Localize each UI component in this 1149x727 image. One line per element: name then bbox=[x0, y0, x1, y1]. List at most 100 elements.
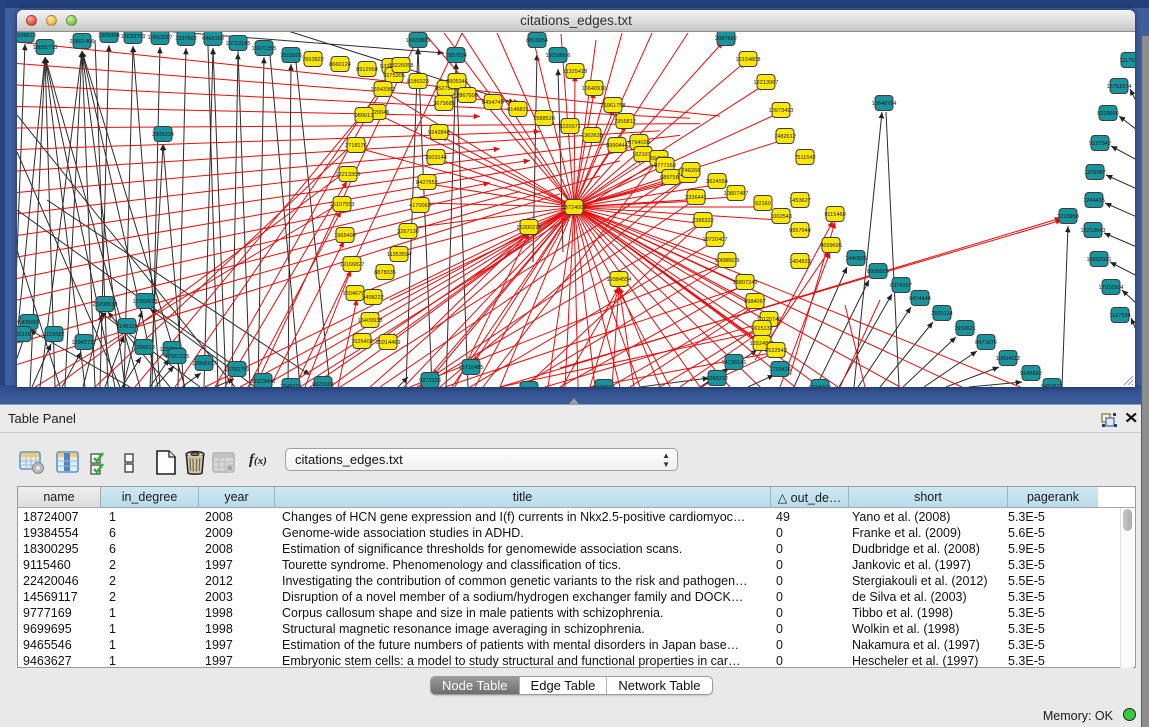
svg-text:2386322: 2386322 bbox=[692, 218, 714, 224]
svg-text:16640910: 16640910 bbox=[582, 86, 607, 92]
svg-text:7663822: 7663822 bbox=[302, 57, 324, 63]
svg-text:16409938: 16409938 bbox=[358, 318, 383, 324]
svg-text:16961758: 16961758 bbox=[601, 103, 626, 109]
svg-text:19166827: 19166827 bbox=[340, 262, 365, 268]
svg-text:16154808: 16154808 bbox=[736, 57, 761, 63]
svg-text:7957224: 7957224 bbox=[445, 53, 467, 59]
svg-text:1646221: 1646221 bbox=[280, 384, 302, 387]
svg-text:13226058: 13226058 bbox=[389, 63, 414, 69]
svg-text:15751074: 15751074 bbox=[1107, 84, 1132, 90]
svg-text:7932621: 7932621 bbox=[954, 326, 976, 332]
svg-text:9272153: 9272153 bbox=[419, 378, 441, 384]
svg-text:1167534: 1167534 bbox=[1109, 313, 1130, 319]
svg-text:7955812: 7955812 bbox=[614, 119, 636, 125]
svg-text:1527602: 1527602 bbox=[175, 36, 197, 42]
svg-text:12942737: 12942737 bbox=[72, 340, 97, 346]
svg-text:18807249: 18807249 bbox=[733, 280, 758, 286]
svg-text:8186323: 8186323 bbox=[407, 79, 429, 85]
svg-text:7511542: 7511542 bbox=[794, 155, 815, 161]
svg-text:8813054: 8813054 bbox=[526, 38, 548, 44]
svg-text:9245013: 9245013 bbox=[809, 385, 831, 387]
svg-text:1115682: 1115682 bbox=[44, 332, 65, 338]
svg-text:9498222: 9498222 bbox=[362, 295, 384, 301]
svg-text:1065232: 1065232 bbox=[706, 376, 728, 382]
svg-text:17016504: 17016504 bbox=[1099, 285, 1124, 291]
svg-text:1209387: 1209387 bbox=[1084, 170, 1106, 176]
svg-text:9245652: 9245652 bbox=[1020, 371, 1042, 377]
svg-text:2867608: 2867608 bbox=[456, 93, 478, 99]
svg-text:10719185: 10719185 bbox=[226, 41, 251, 47]
svg-text:12213967: 12213967 bbox=[754, 80, 779, 86]
svg-text:1145119: 1145119 bbox=[117, 324, 138, 330]
svg-text:16033809: 16033809 bbox=[406, 38, 431, 44]
svg-text:18055713: 18055713 bbox=[33, 45, 58, 51]
svg-text:9984067: 9984067 bbox=[744, 299, 766, 305]
svg-text:8660124: 8660124 bbox=[329, 62, 351, 68]
svg-text:2603144: 2603144 bbox=[425, 155, 447, 161]
svg-text:8365922: 8365922 bbox=[593, 385, 615, 387]
svg-text:16033709: 16033709 bbox=[121, 34, 146, 40]
svg-text:12213309: 12213309 bbox=[336, 172, 361, 178]
svg-text:1404923: 1404923 bbox=[789, 259, 811, 265]
svg-text:3267130: 3267130 bbox=[397, 229, 419, 235]
svg-text:8427552: 8427552 bbox=[416, 180, 438, 186]
svg-text:746266: 746266 bbox=[682, 168, 701, 174]
svg-text:10648784: 10648784 bbox=[872, 101, 897, 107]
svg-text:10688609: 10688609 bbox=[715, 258, 740, 264]
svg-text:10973493: 10973493 bbox=[769, 108, 794, 114]
svg-text:16671355: 16671355 bbox=[252, 46, 277, 52]
svg-text:1733426: 1733426 bbox=[769, 367, 791, 373]
svg-text:1440935: 1440935 bbox=[845, 256, 867, 262]
svg-text:6794028: 6794028 bbox=[628, 140, 650, 146]
svg-text:1117632: 1117632 bbox=[1120, 58, 1135, 64]
svg-text:6466160: 6466160 bbox=[202, 36, 224, 42]
svg-text:4170063: 4170063 bbox=[409, 203, 431, 209]
svg-text:9957944: 9957944 bbox=[789, 228, 811, 234]
svg-text:8878335: 8878335 bbox=[374, 270, 396, 276]
svg-text:17359928: 17359928 bbox=[133, 299, 158, 305]
svg-text:12923446: 12923446 bbox=[251, 379, 276, 385]
svg-text:7625402: 7625402 bbox=[351, 339, 373, 345]
svg-text:8990444: 8990444 bbox=[606, 143, 628, 149]
svg-text:9923103: 9923103 bbox=[312, 382, 334, 387]
svg-text:9777169: 9777169 bbox=[654, 163, 676, 169]
svg-text:9242848: 9242848 bbox=[428, 130, 450, 136]
svg-text:25300275: 25300275 bbox=[517, 225, 542, 231]
svg-text:1605394: 1605394 bbox=[98, 33, 120, 39]
svg-text:391159: 391159 bbox=[17, 332, 31, 338]
svg-text:9699695: 9699695 bbox=[820, 243, 842, 249]
svg-text:8454749: 8454749 bbox=[482, 100, 504, 106]
svg-text:9146821: 9146821 bbox=[507, 107, 529, 113]
svg-text:2336441: 2336441 bbox=[685, 195, 707, 201]
svg-text:9275305: 9275305 bbox=[383, 73, 405, 79]
svg-text:1965498: 1965498 bbox=[334, 233, 356, 239]
svg-text:15716485: 15716485 bbox=[459, 365, 484, 371]
svg-text:7482612: 7482612 bbox=[774, 134, 796, 140]
svg-text:2522543: 2522543 bbox=[765, 348, 787, 354]
svg-text:8905346: 8905346 bbox=[446, 79, 468, 85]
svg-text:3624554: 3624554 bbox=[706, 179, 728, 185]
svg-text:9474444: 9474444 bbox=[909, 296, 931, 302]
svg-text:20206538: 20206538 bbox=[93, 302, 118, 308]
svg-text:1615132: 1615132 bbox=[751, 326, 773, 332]
svg-text:16543362: 16543362 bbox=[371, 87, 396, 93]
svg-text:10654112: 10654112 bbox=[996, 356, 1020, 362]
svg-text:1435001: 1435001 bbox=[18, 320, 40, 326]
svg-text:1290513: 1290513 bbox=[133, 345, 155, 351]
svg-text:2718176: 2718176 bbox=[345, 143, 367, 149]
svg-text:9450612: 9450612 bbox=[1041, 384, 1063, 387]
svg-text:9329966: 9329966 bbox=[1097, 111, 1119, 117]
svg-text:11353594: 11353594 bbox=[387, 252, 411, 258]
svg-text:8938923: 8938923 bbox=[867, 269, 889, 275]
svg-text:17957225: 17957225 bbox=[165, 354, 190, 360]
svg-text:10958107: 10958107 bbox=[192, 361, 217, 367]
svg-text:9227342: 9227342 bbox=[1089, 141, 1111, 147]
svg-text:8220371: 8220371 bbox=[559, 124, 581, 130]
svg-text:2935114: 2935114 bbox=[931, 311, 952, 317]
svg-text:18720407: 18720407 bbox=[703, 237, 728, 243]
svg-text:16107553: 16107553 bbox=[330, 202, 355, 208]
svg-text:62160: 62160 bbox=[755, 201, 771, 207]
svg-text:15692921: 15692921 bbox=[1087, 257, 1112, 263]
svg-text:2105613: 2105613 bbox=[17, 33, 36, 39]
svg-text:10807487: 10807487 bbox=[724, 191, 749, 197]
